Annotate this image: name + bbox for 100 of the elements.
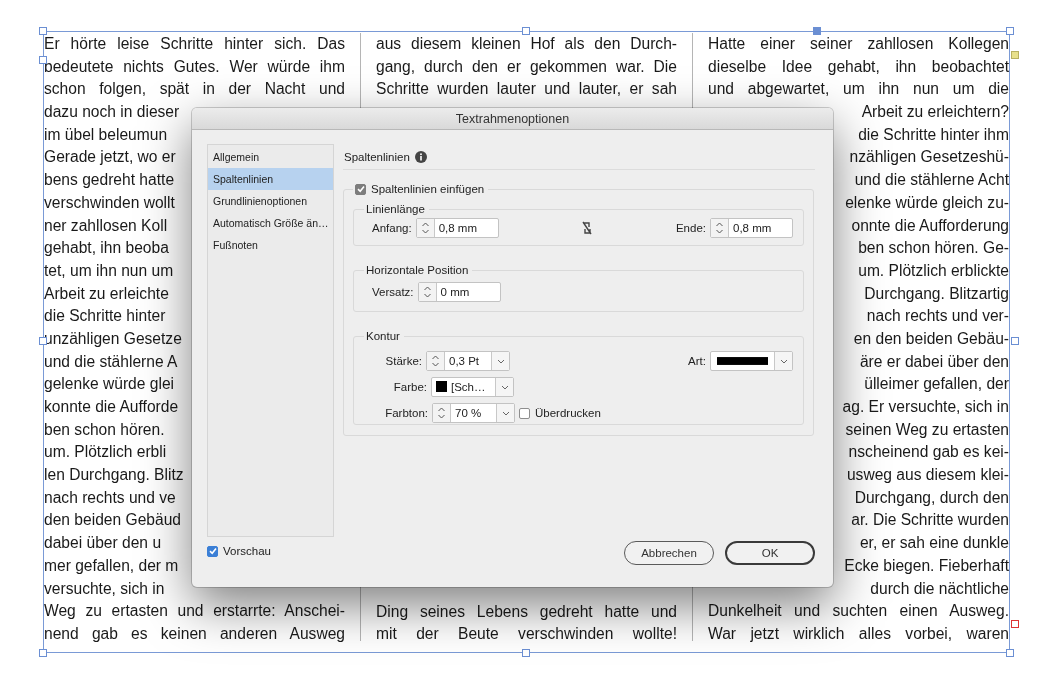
text-line: nzähligen Gesetzeshü- — [849, 147, 1009, 168]
stepper-icon[interactable] — [437, 406, 446, 420]
number-field[interactable]: 0,8 mm — [415, 218, 499, 238]
text-line: um. Plötzlich erblickte — [858, 260, 1009, 281]
selection-handle[interactable] — [522, 649, 530, 657]
sidebar-item[interactable]: Allgemein — [208, 146, 333, 168]
selection-handle[interactable] — [1006, 649, 1014, 657]
text-line: gelenke würde glei — [44, 374, 175, 395]
number-field[interactable]: 0 mm — [417, 282, 501, 302]
window-title: Textrahmenoptionen — [455, 111, 570, 126]
chevron-down-icon[interactable] — [779, 358, 788, 364]
text-line: ar. Die Schritte wurden — [851, 510, 1009, 531]
text-line: dazu noch in dieser — [44, 102, 180, 123]
number-field[interactable]: 0,8 mm — [710, 218, 793, 238]
text-line: ag. Er versuchte, sich in — [842, 397, 1009, 417]
text-line: Ecke biegen. Fieberhaft — [844, 555, 1009, 576]
chevron-down-icon[interactable] — [496, 358, 505, 364]
text-line: mit der Beute verschwinden wollte! — [376, 624, 677, 645]
stepper-icon[interactable] — [422, 285, 432, 299]
sidebar-item[interactable]: Fußnoten — [208, 234, 333, 256]
field-label: Farbe: — [392, 381, 427, 393]
ok-button[interactable]: OK — [725, 541, 815, 565]
text-line: nach rechts und ver- — [866, 306, 1009, 327]
text-line: die Schritte hinter ihm — [858, 124, 1009, 145]
text-line: Er hörte leise Schritte hinter sich. Das — [44, 34, 345, 54]
corner-option-icon[interactable] — [1011, 51, 1019, 59]
chevron-down-icon[interactable] — [500, 384, 509, 390]
selection-handle[interactable] — [39, 27, 47, 35]
text-line: ben schon hören. — [44, 419, 165, 440]
text-line: gang, durch den er gekommen war. Die — [376, 56, 677, 77]
sidebar-item[interactable]: Grundlinienoptionen — [208, 190, 333, 212]
field-label: Versatz: — [372, 286, 414, 298]
text-line: Arbeit zu erleichtern? — [861, 102, 1009, 123]
group-title: Linienlänge — [365, 203, 426, 215]
text-line: seinen Weg zu ertasten — [845, 419, 1009, 440]
text-line: nscheinend gab es kei- — [848, 442, 1009, 463]
info-icon[interactable] — [414, 150, 427, 163]
field-label: Farbton: — [384, 407, 428, 419]
text-line: um. Plötzlich erbli — [44, 442, 167, 463]
text-line: Hatte einer seiner zahllosen Kollegen — [708, 34, 1009, 54]
text-line: äre er dabei über den — [859, 351, 1009, 372]
group-title: Kontur — [365, 330, 401, 342]
stepper-icon[interactable] — [715, 221, 724, 235]
selection-handle[interactable] — [813, 27, 821, 35]
text-line: bedeutete nichts Gutes. Wer würde ihm — [44, 56, 345, 77]
text-line: Arbeit zu erleichte — [44, 283, 169, 304]
sidebar-item[interactable]: Automatisch Größe än… — [208, 212, 333, 234]
text-line: onnte die Aufforderung — [851, 215, 1009, 236]
text-line: Schritte wurden lauter und lauter, er sah — [376, 79, 677, 100]
text-line: en den beiden Gebäu- — [853, 328, 1009, 349]
checkbox[interactable]: Spaltenlinien einfügen — [355, 183, 485, 195]
text-line: Ding seines Lebens gedreht hatte und — [376, 601, 677, 622]
field-label: Stärke: — [384, 355, 422, 367]
unlinked-chain-icon[interactable] — [581, 221, 594, 235]
overset-icon[interactable] — [1011, 620, 1019, 628]
text-line: len Durchgang. Blitz — [44, 465, 184, 486]
sidebar-item[interactable]: Spaltenlinien — [208, 168, 333, 190]
text-line: aus diesem kleinen Hof als den Durch- — [376, 34, 677, 54]
text-line: Durchgang. Blitzartig — [864, 283, 1009, 304]
number-field[interactable]: 70 % — [432, 403, 515, 423]
selection-handle[interactable] — [522, 27, 530, 35]
text-line: ben schon hören. Ge- — [858, 238, 1009, 259]
text-line: unzähligen Gesetze — [44, 328, 182, 349]
field-label: Anfang: — [372, 222, 412, 234]
text-line: schon folgen, spät in der Nacht und — [44, 79, 345, 100]
field-label: Art: — [688, 355, 706, 367]
in-port-icon[interactable] — [39, 56, 47, 64]
group-title: Horizontale Position — [365, 264, 470, 276]
text-line: tet, um ihn nun um — [44, 260, 174, 281]
checkbox[interactable]: Überdrucken — [519, 407, 601, 419]
text-line: mer gefallen, der m — [44, 555, 179, 576]
text-line: und die stählerne Acht — [854, 170, 1009, 191]
cancel-button[interactable]: Abbrechen — [624, 541, 714, 565]
text-line: und abgewartet, um ihn nun um die — [708, 79, 1009, 100]
text-line: Gerade jetzt, wo er — [44, 147, 176, 168]
selection-handle[interactable] — [1011, 337, 1019, 345]
text-line: und die stählerne A — [44, 351, 178, 372]
checkbox[interactable]: Vorschau — [207, 545, 271, 557]
chevron-down-icon[interactable] — [501, 410, 510, 416]
number-field[interactable]: 0,3 Pt — [426, 351, 510, 371]
checkmark-icon — [208, 547, 217, 555]
text-line: gehabt, ihn beoba — [44, 238, 169, 259]
text-line: verschwinden wollt — [44, 192, 175, 213]
selection-handle[interactable] — [39, 649, 47, 657]
text-line: durch die nächtliche — [870, 578, 1009, 599]
text-line: nend gab es keinen anderen Ausweg — [44, 623, 345, 644]
line-style-dropdown[interactable] — [710, 351, 793, 371]
text-line: Dunkelheit und suchten einen Ausweg. — [708, 601, 1009, 622]
selection-handle[interactable] — [1006, 27, 1014, 35]
text-line: konnte die Aufforde — [44, 397, 179, 417]
section-title: Spaltenlinien — [344, 150, 410, 163]
selection-handle[interactable] — [39, 337, 47, 345]
text-line: dabei über den u — [44, 533, 162, 554]
field-label: Ende: — [675, 222, 706, 234]
stepper-icon[interactable] — [420, 221, 430, 235]
stepper-icon[interactable] — [431, 354, 440, 368]
text-line: bens gedreht hatte — [44, 170, 175, 191]
color-dropdown[interactable]: [Sch… — [431, 377, 514, 397]
text-line: ner zahllosen Koll — [44, 215, 168, 236]
text-line: im übel beleumun — [44, 124, 168, 145]
